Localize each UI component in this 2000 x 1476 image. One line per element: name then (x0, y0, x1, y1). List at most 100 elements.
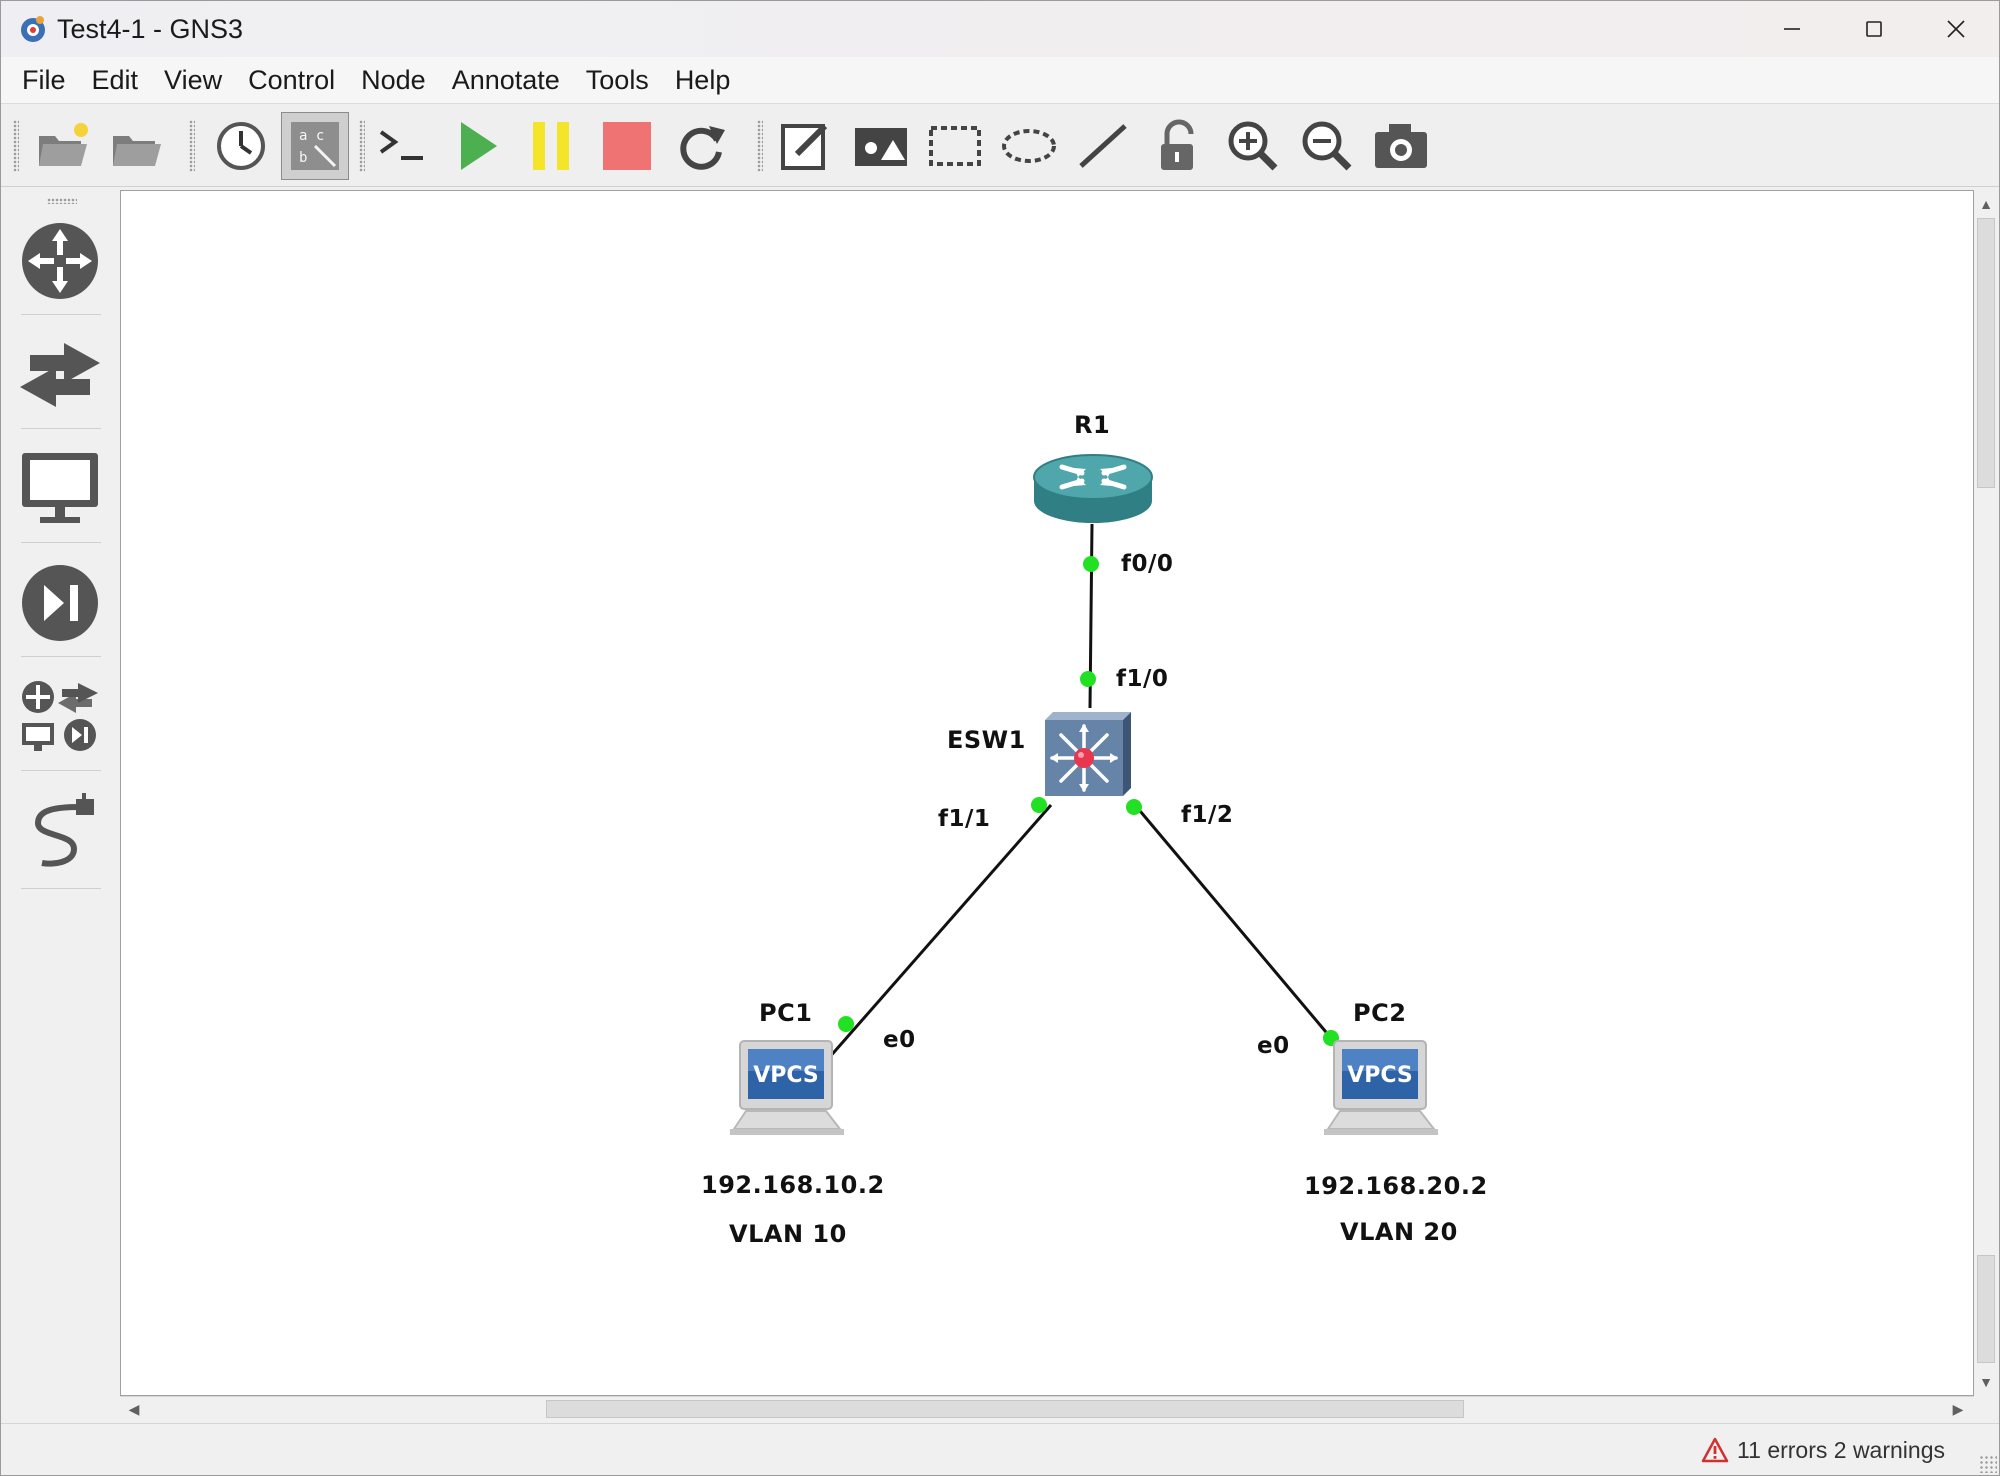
port-label-esw1-f1-2: f1/2 (1181, 802, 1234, 828)
device-panel (1, 188, 119, 1423)
node-label-esw1[interactable]: ESW1 (947, 726, 1026, 754)
vertical-scrollbar[interactable]: ▲ ▼ (1974, 190, 1998, 1396)
vpcs-badge: VPCS (753, 1063, 819, 1088)
status-text: 11 errors 2 warnings (1737, 1436, 1945, 1463)
toolbar-grip[interactable] (13, 120, 19, 172)
maximize-icon (1866, 21, 1882, 37)
browse-all-devices-button[interactable] (15, 672, 105, 762)
vertical-scroll-track-lower[interactable] (1977, 1255, 1995, 1363)
scroll-up-icon[interactable]: ▲ (1974, 192, 1998, 216)
panel-separator (21, 314, 101, 315)
menu-control[interactable]: Control (235, 57, 348, 103)
panel-separator (21, 656, 101, 657)
note-pc2-vlan[interactable]: VLAN 20 (1340, 1218, 1458, 1246)
port-status-esw1-f1-0 (1080, 671, 1096, 687)
vpcs-pc2-icon[interactable]: VPCS (1320, 1039, 1442, 1139)
menu-edit[interactable]: Edit (79, 57, 152, 103)
browse-routers-button[interactable] (15, 216, 105, 306)
topology-canvas[interactable]: VPCS VPCS R1 ESW1 PC1 PC2 f0/0 f1/0 f1/1… (120, 190, 1974, 1396)
add-note-button[interactable] (771, 112, 839, 180)
minimize-button[interactable] (1755, 1, 1829, 57)
menu-bar: File Edit View Control Node Annotate Too… (1, 57, 1999, 103)
menu-file[interactable]: File (9, 57, 79, 103)
snapshot-icon (217, 122, 265, 170)
port-status-r1-f0-0 (1083, 556, 1099, 572)
port-label-esw1-f1-0: f1/0 (1116, 666, 1169, 692)
security-devices-icon (22, 565, 98, 641)
switch-esw1-icon[interactable] (1041, 708, 1137, 800)
add-note-icon (781, 123, 828, 170)
menu-node[interactable]: Node (348, 57, 439, 103)
draw-line-button[interactable] (1069, 112, 1137, 180)
panel-grip[interactable] (47, 198, 77, 204)
horizontal-scrollbar[interactable]: ◀ ▶ (120, 1396, 1974, 1420)
toolbar-grip[interactable] (189, 120, 195, 172)
lock-button[interactable] (1145, 112, 1213, 180)
show-interface-labels-button[interactable]: a c b (281, 112, 349, 180)
toolbar-grip[interactable] (359, 120, 365, 172)
start-all-button[interactable] (443, 112, 511, 180)
console-button[interactable] (367, 112, 435, 180)
console-icon (379, 130, 423, 160)
main-toolbar: a c b (1, 103, 1999, 187)
suspend-icon (533, 122, 569, 170)
horizontal-scroll-thumb[interactable] (546, 1400, 1464, 1418)
add-link-button[interactable] (15, 786, 105, 876)
link-esw1-pc2[interactable] (1133, 804, 1333, 1039)
stop-all-button[interactable] (593, 112, 661, 180)
resize-grip[interactable] (1979, 1455, 1997, 1473)
menu-help[interactable]: Help (662, 57, 744, 103)
maximize-button[interactable] (1837, 1, 1911, 57)
scroll-down-icon[interactable]: ▼ (1974, 1370, 1998, 1394)
start-icon (461, 122, 497, 170)
vpcs-pc1-icon[interactable]: VPCS (726, 1039, 848, 1139)
scroll-left-icon[interactable]: ◀ (122, 1397, 146, 1421)
vpcs-badge: VPCS (1347, 1063, 1413, 1088)
warning-triangle-icon (1701, 1437, 1729, 1463)
panel-separator (21, 428, 101, 429)
open-project-icon (113, 136, 161, 166)
browse-switches-button[interactable] (15, 330, 105, 420)
status-message[interactable]: 11 errors 2 warnings (1701, 1436, 1945, 1464)
port-status-esw1-f1-2 (1126, 799, 1142, 815)
port-label-pc2-e0: e0 (1257, 1033, 1290, 1059)
title-bar: Test4-1 - GNS3 (1, 1, 1999, 57)
router-r1-icon[interactable] (1032, 449, 1154, 529)
open-project-button[interactable] (103, 112, 171, 180)
menu-tools[interactable]: Tools (573, 57, 662, 103)
stop-icon (603, 122, 651, 170)
close-icon (1947, 20, 1965, 38)
note-pc1-vlan[interactable]: VLAN 10 (729, 1220, 847, 1248)
suspend-all-button[interactable] (517, 112, 585, 180)
node-label-r1[interactable]: R1 (1074, 411, 1110, 439)
link-esw1-pc1[interactable] (826, 804, 1053, 1060)
node-label-pc1[interactable]: PC1 (759, 999, 812, 1027)
routers-icon (22, 223, 98, 299)
snapshot-button[interactable] (207, 112, 275, 180)
zoom-out-button[interactable] (1293, 112, 1361, 180)
screenshot-button[interactable] (1367, 112, 1435, 180)
vertical-scroll-thumb[interactable] (1977, 218, 1995, 488)
gns3-logo-icon (21, 16, 45, 42)
new-project-button[interactable] (29, 112, 97, 180)
scroll-right-icon[interactable]: ▶ (1946, 1397, 1970, 1421)
draw-ellipse-icon (1002, 129, 1056, 163)
minimize-icon (1784, 28, 1800, 30)
close-button[interactable] (1919, 1, 1993, 57)
window-title: Test4-1 - GNS3 (57, 14, 244, 44)
draw-rectangle-button[interactable] (921, 112, 989, 180)
browse-security-devices-button[interactable] (15, 558, 105, 648)
zoom-in-button[interactable] (1219, 112, 1287, 180)
menu-view[interactable]: View (151, 57, 235, 103)
menu-annotate[interactable]: Annotate (439, 57, 573, 103)
toolbar-grip[interactable] (757, 120, 763, 172)
reload-all-button[interactable] (667, 112, 735, 180)
zoom-out-icon (1302, 121, 1352, 171)
insert-picture-button[interactable] (847, 112, 915, 180)
draw-ellipse-button[interactable] (995, 112, 1063, 180)
note-pc1-ip[interactable]: 192.168.10.2 (701, 1171, 885, 1199)
note-pc2-ip[interactable]: 192.168.20.2 (1304, 1172, 1488, 1200)
end-devices-icon (22, 453, 98, 523)
node-label-pc2[interactable]: PC2 (1353, 999, 1406, 1027)
browse-end-devices-button[interactable] (15, 444, 105, 534)
